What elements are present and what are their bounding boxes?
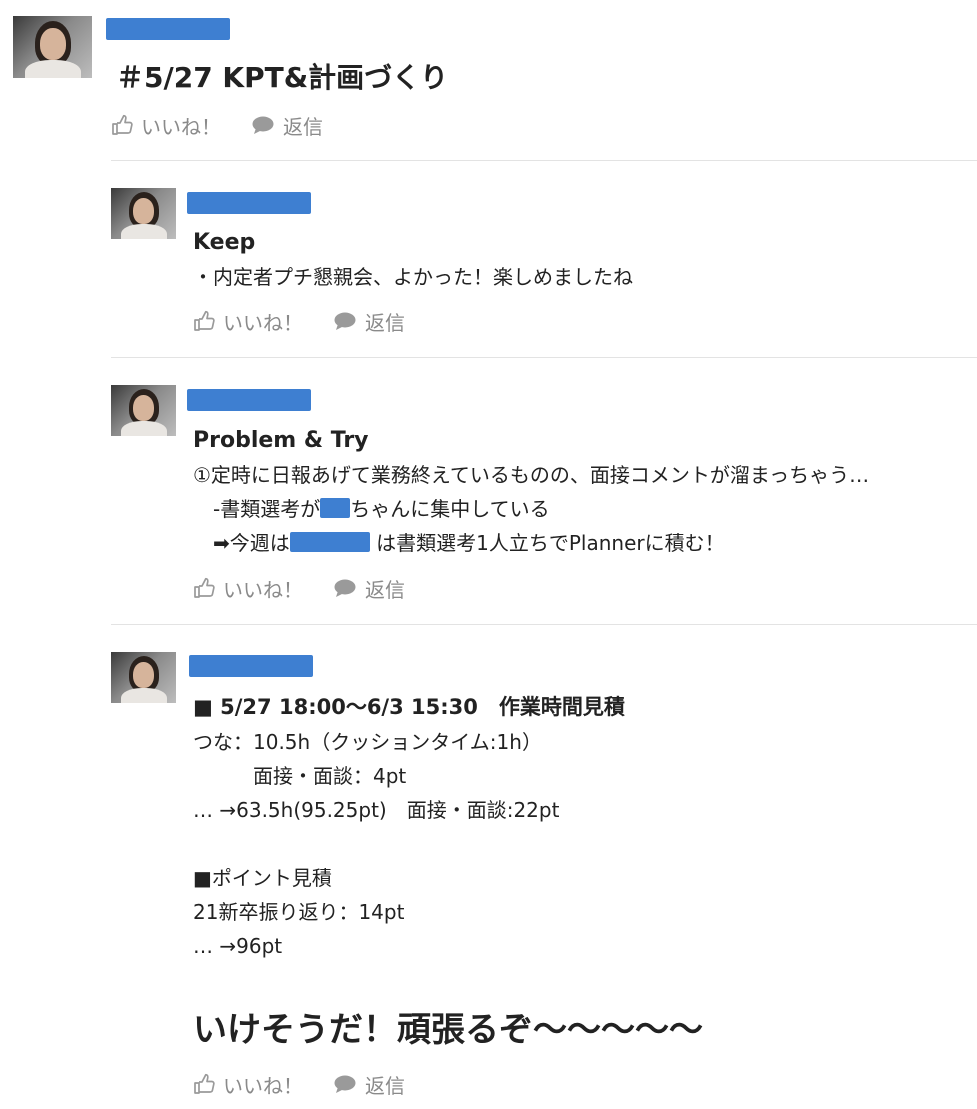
post-actions: いいね！ 返信 — [111, 111, 323, 139]
reply-author-redacted[interactable] — [187, 192, 311, 214]
reply-label: 返信 — [283, 114, 323, 139]
reply-label: 返信 — [365, 310, 405, 335]
reply-actions: いいね！ 返信 — [193, 1070, 405, 1098]
thumbs-up-icon — [112, 114, 133, 135]
reply-actions: いいね！ 返信 — [193, 307, 405, 335]
like-label: いいね！ — [223, 1073, 303, 1098]
reply-button[interactable]: 返信 — [333, 1070, 405, 1099]
like-label: いいね！ — [223, 577, 303, 602]
reply-actions: いいね！ 返信 — [193, 574, 405, 602]
reply-line: ■ポイント見積 — [193, 866, 332, 890]
reply-avatar[interactable] — [111, 652, 176, 703]
thumbs-up-icon — [194, 310, 215, 331]
reply-line: -書類選考が ちゃんに集中している — [193, 492, 975, 526]
reply-button[interactable]: 返信 — [251, 111, 323, 140]
reply-line: … →63.5h(95.25pt) 面接・面談:22pt — [193, 798, 560, 822]
reply-line: ・内定者プチ懇親会、よかった！楽しめましたね — [193, 265, 633, 289]
speech-bubble-icon — [334, 312, 356, 330]
reply-button[interactable]: 返信 — [333, 574, 405, 603]
post-title: ＃5/27 KPT&計画づくり — [116, 61, 449, 94]
reply-label: 返信 — [365, 1073, 405, 1098]
thumbs-up-icon — [194, 577, 215, 598]
person-name-redacted — [320, 498, 351, 518]
reply-heading: Keep — [193, 230, 256, 255]
reply-label: 返信 — [365, 577, 405, 602]
reply-line — [193, 827, 559, 861]
reply-line: つな：10.5h（クッションタイム:1h） — [193, 730, 542, 754]
reply-avatar[interactable] — [111, 385, 176, 436]
like-label: いいね！ — [141, 114, 221, 139]
like-button[interactable]: いいね！ — [193, 307, 303, 336]
reply-avatar[interactable] — [111, 188, 176, 239]
reply-author-redacted[interactable] — [189, 655, 313, 677]
speech-bubble-icon — [252, 116, 274, 134]
thumbs-up-icon — [194, 1073, 215, 1094]
reply-line: ①定時に日報あげて業務終えているものの、面接コメントが溜まっちゃう… — [193, 463, 870, 487]
line-text-post: ちゃんに集中している — [350, 497, 550, 521]
divider — [111, 160, 977, 161]
author-name-redacted[interactable] — [106, 18, 230, 40]
like-button[interactable]: いいね！ — [193, 574, 303, 603]
line-text-pre: -書類選考が — [193, 497, 321, 521]
speech-bubble-icon — [334, 1075, 356, 1093]
reply-body: ・内定者プチ懇親会、よかった！楽しめましたね — [193, 260, 633, 294]
reply-line: … →96pt — [193, 934, 283, 958]
reply-line: 21新卒振り返り：14pt — [193, 900, 405, 924]
closing-message: いけそうだ！頑張るぞ〜〜〜〜〜 — [193, 1010, 703, 1050]
reply-line: ➡今週は は書類選考1人立ちでPlannerに積む！ — [193, 526, 975, 560]
divider — [111, 357, 977, 358]
avatar[interactable] — [13, 16, 92, 78]
reply-body: ①定時に日報あげて業務終えているものの、面接コメントが溜まっちゃう… -書類選考… — [193, 458, 975, 560]
reply-button[interactable]: 返信 — [333, 307, 405, 336]
reply-heading: ■ 5/27 18:00〜6/3 15:30 作業時間見積 — [193, 695, 625, 719]
person-name-redacted — [289, 532, 370, 552]
reply-line: 面接・面談：4pt — [193, 764, 407, 788]
like-label: いいね！ — [223, 310, 303, 335]
reply-author-redacted[interactable] — [187, 389, 311, 411]
line-text-pre: ➡今週は — [193, 531, 290, 555]
speech-bubble-icon — [334, 579, 356, 597]
like-button[interactable]: いいね！ — [193, 1070, 303, 1099]
line-text-post: は書類選考1人立ちでPlannerに積む！ — [369, 531, 725, 555]
reply-body: つな：10.5h（クッションタイム:1h） 面接・面談：4pt … →63.5h… — [193, 725, 559, 963]
divider — [111, 624, 977, 625]
like-button[interactable]: いいね！ — [111, 111, 221, 140]
reply-heading: Problem & Try — [193, 428, 369, 453]
